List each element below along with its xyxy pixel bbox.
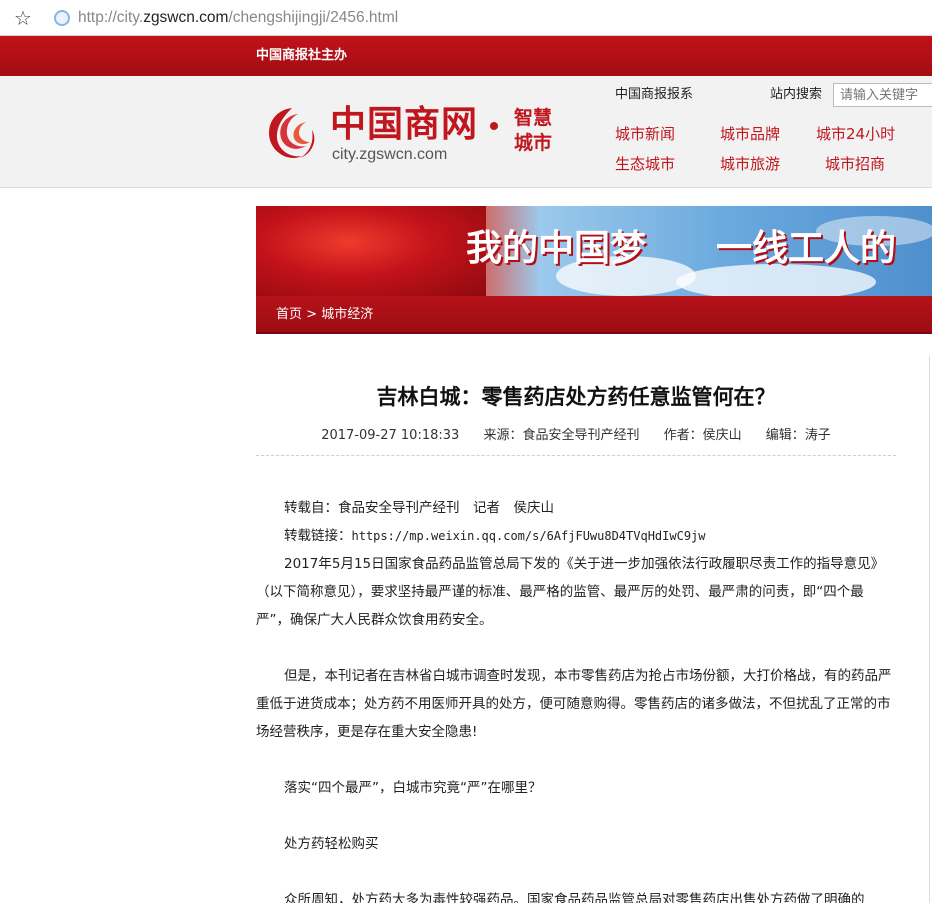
article-source: 来源：食品安全导刊产经刊 bbox=[483, 428, 640, 443]
repost-link-label: 转载链接： bbox=[284, 528, 352, 544]
article-datetime: 2017-09-27 10:18:33 bbox=[321, 428, 460, 443]
breadcrumb: 首页 > 城市经济 bbox=[276, 307, 373, 323]
nav-city-brand[interactable]: 城市品牌 bbox=[720, 125, 780, 143]
sponsor-text: 中国商报社主办 bbox=[256, 48, 348, 63]
article-author: 作者：侯庆山 bbox=[663, 428, 742, 443]
promo-banner[interactable]: 我的中国梦 一线工人的 bbox=[256, 206, 932, 296]
article-paragraph: 2017年5月15日国家食品药品监管总局下发的《关于进一步加强依法行政履职尽责工… bbox=[256, 556, 885, 628]
article-paragraph: 落实“四个最严”，白城市究竟“严”在哪里？ bbox=[284, 780, 542, 796]
nav-eco-city[interactable]: 生态城市 bbox=[615, 155, 675, 173]
nav-city-news[interactable]: 城市新闻 bbox=[615, 125, 675, 143]
breadcrumb-section[interactable]: 城市经济 bbox=[321, 307, 373, 322]
meta-divider bbox=[256, 455, 896, 456]
article-title: 吉林白城：零售药店处方药任意监管何在？ bbox=[376, 385, 776, 409]
repost-link-line: 转载链接：https://mp.weixin.qq.com/s/6AfjFUwu… bbox=[256, 522, 896, 550]
url-field[interactable]: http://city.zgswcn.com/chengshijingji/24… bbox=[78, 8, 398, 28]
site-info-icon[interactable] bbox=[54, 10, 70, 26]
breadcrumb-bar: 首页 > 城市经济 bbox=[256, 296, 932, 334]
article-paragraph: 但是，本刊记者在吉林省白城市调查时发现，本市零售药店为抢占市场份额，大打价格战，… bbox=[256, 668, 892, 740]
breadcrumb-sep: > bbox=[306, 307, 318, 322]
logo-subtitle: 智慧城市 bbox=[514, 107, 553, 154]
nav-city-24h[interactable]: 城市24小时 bbox=[816, 125, 895, 143]
banner-red-silk bbox=[256, 206, 486, 296]
article-meta: 2017-09-27 10:18:33 来源：食品安全导刊产经刊 作者：侯庆山 … bbox=[256, 427, 896, 445]
logo-title[interactable]: 中国商网 bbox=[330, 104, 478, 144]
banner-text-dream: 我的中国梦 bbox=[466, 227, 647, 269]
article-paragraph: 众所周知，处方药大多为毒性较强药品。国家食品药品监管总局对零售药店出售处方药做了… bbox=[284, 892, 865, 903]
search-label: 站内搜索 bbox=[770, 87, 823, 102]
nav-city-travel[interactable]: 城市旅游 bbox=[720, 155, 780, 173]
logo-url: city.zgswcn.com bbox=[332, 146, 448, 163]
bookmark-star-icon[interactable]: ☆ bbox=[14, 6, 32, 30]
repost-from: 转载自：食品安全导刊产经刊 记者 侯庆山 bbox=[284, 500, 554, 516]
browser-address-bar: ☆ http://city.zgswcn.com/chengshijingji/… bbox=[0, 0, 932, 36]
newspaper-link[interactable]: 中国商报报系 bbox=[615, 87, 693, 103]
article-subhead: 处方药轻松购买 bbox=[284, 836, 379, 852]
nav-city-invest[interactable]: 城市招商 bbox=[825, 155, 885, 173]
site-header: 中国商网 city.zgswcn.com 智慧城市 中国商报报系 站内搜索 城市… bbox=[0, 76, 932, 188]
search-input[interactable] bbox=[833, 83, 932, 107]
breadcrumb-home[interactable]: 首页 bbox=[276, 307, 302, 322]
banner-text-workers: 一线工人的 bbox=[716, 227, 897, 269]
logo-swirl-icon[interactable] bbox=[262, 104, 322, 164]
content-border bbox=[929, 356, 930, 903]
article-editor: 编辑：涛子 bbox=[765, 428, 831, 443]
repost-link[interactable]: https://mp.weixin.qq.com/s/6AfjFUwu8D4TV… bbox=[352, 529, 706, 543]
logo-dot bbox=[490, 122, 498, 130]
top-red-bar: 中国商报社主办 bbox=[0, 36, 932, 76]
